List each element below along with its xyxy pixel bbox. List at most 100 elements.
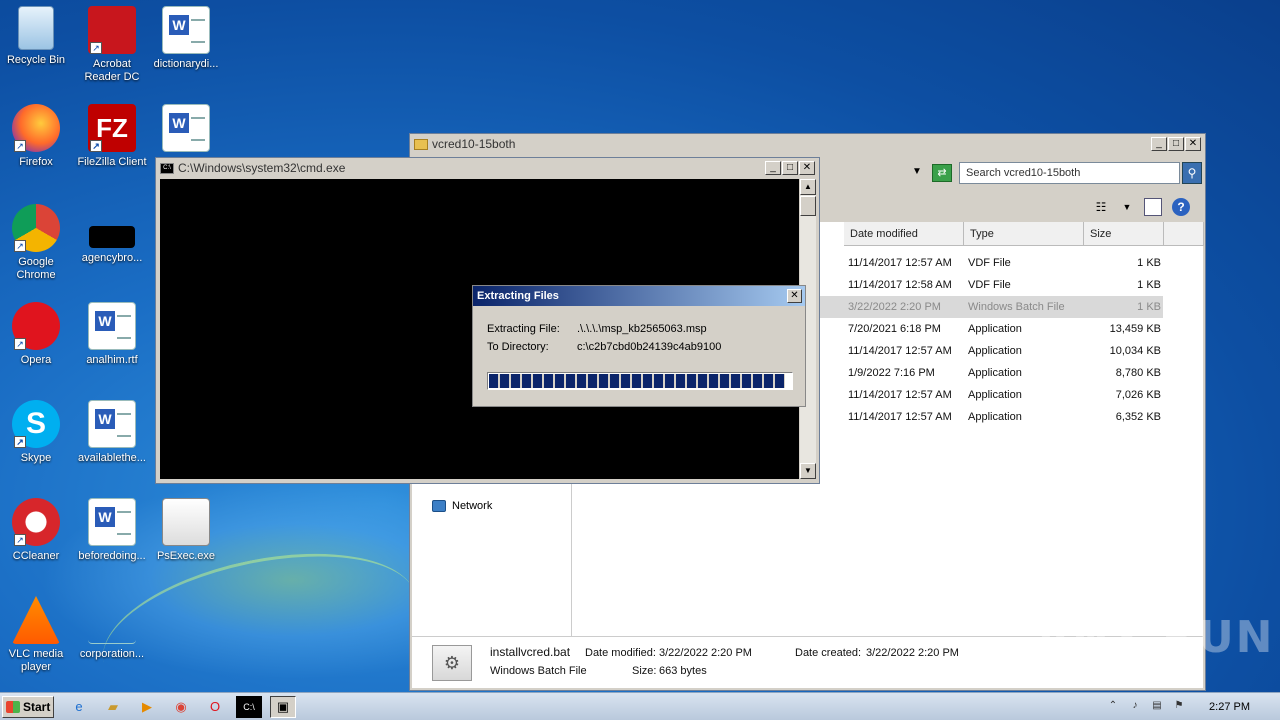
desktop-icon-label: Acrobat Reader DC (84, 58, 140, 83)
psexec-icon (162, 498, 210, 546)
system-tray: ⌃ ♪ ▤ ⚑ 2:27 PM (1100, 695, 1280, 719)
extracting-file-label: Extracting File: (487, 323, 560, 335)
details-date-created-label: Date created: (795, 647, 862, 659)
help-icon[interactable]: ? (1172, 198, 1190, 216)
views-dropdown-icon[interactable]: ▼ (1118, 198, 1136, 216)
recycle-bin-icon (18, 6, 54, 50)
desktop-icon-filezilla[interactable]: FZ ↗ FileZilla Client (74, 104, 150, 169)
close-button[interactable]: ✕ (1185, 137, 1201, 151)
desktop-icon-ccleaner[interactable]: ↗ CCleaner (0, 498, 74, 563)
extract-taskbar-icon[interactable]: ▣ (270, 696, 296, 718)
action-center-icon[interactable]: ⚑ (1172, 700, 1186, 714)
desktop-icon-recycle-bin[interactable]: Recycle Bin (0, 6, 74, 67)
address-dropdown-icon[interactable]: ▼ (912, 166, 922, 177)
nav-item-network[interactable]: Network (432, 500, 492, 512)
desktop-icon-corporation[interactable]: corporation... (74, 596, 150, 661)
desktop-icon-chrome[interactable]: ↗ Google Chrome (0, 204, 74, 282)
column-header-date[interactable]: Date modified (844, 222, 964, 246)
column-header-size[interactable]: Size (1084, 222, 1164, 246)
scroll-thumb[interactable] (800, 196, 816, 216)
ccleaner-icon: ↗ (12, 498, 60, 546)
desktop-icon-vlc[interactable]: VLC media player (0, 596, 74, 674)
batch-file-icon: ⚙ (432, 645, 472, 681)
scroll-down-icon[interactable]: ▼ (800, 463, 816, 479)
desktop-icon-label: VLC media player (8, 648, 64, 673)
close-button[interactable]: ✕ (799, 161, 815, 175)
close-button[interactable]: ✕ (787, 289, 802, 303)
ie-icon[interactable]: e (66, 696, 92, 718)
details-date-created: 3/22/2022 2:20 PM (866, 647, 959, 659)
desktop-icon-beforedoing[interactable]: beforedoing... (74, 498, 150, 563)
desktop-icon-analhim[interactable]: analhim.rtf (74, 302, 150, 367)
clock[interactable]: 2:27 PM (1209, 701, 1250, 713)
word-doc-icon (88, 302, 136, 350)
maximize-button[interactable]: □ (782, 161, 798, 175)
desktop-icon-dictionarydi[interactable]: dictionarydi... (148, 6, 224, 71)
explorer-taskbar-icon[interactable]: ▰ (100, 696, 126, 718)
details-date-modified-label: Date modified: (585, 647, 656, 659)
desktop-icon-label: beforedoing... (78, 550, 146, 562)
cmd-icon: C:\ (160, 162, 174, 174)
maximize-button[interactable]: □ (1168, 137, 1184, 151)
nav-item-label: Network (452, 500, 493, 512)
desktop-icon-word-doc[interactable] (148, 104, 224, 156)
opera-icon: ↗ (12, 302, 60, 350)
vlc-icon (12, 596, 60, 644)
minimize-button[interactable]: _ (1151, 137, 1167, 151)
details-filename: installvcred.bat (490, 645, 571, 659)
folder-icon (414, 138, 428, 150)
black-file-icon (89, 226, 135, 248)
acrobat-icon: ↗ (88, 6, 136, 54)
network-icon (432, 500, 446, 512)
anyrun-watermark: ANY RUN (1036, 612, 1275, 663)
extract-dialog[interactable]: Extracting Files ✕ Extracting File: .\.\… (472, 285, 806, 407)
network-tray-icon[interactable]: ▤ (1150, 700, 1164, 714)
details-size-label: Size: (632, 665, 657, 677)
word-doc-icon (162, 104, 210, 152)
search-icon[interactable]: ⚲ (1182, 162, 1202, 184)
desktop-icon-label: Opera (20, 354, 52, 366)
desktop-icon-opera[interactable]: ↗ Opera (0, 302, 74, 367)
column-header-type[interactable]: Type (964, 222, 1084, 246)
media-player-icon[interactable]: ▶ (134, 696, 160, 718)
desktop-icon-label: agencybro... (81, 252, 143, 264)
refresh-button[interactable]: ⇄ (932, 164, 952, 182)
cmd-titlebar[interactable]: C:\ C:\Windows\system32\cmd.exe _ □ ✕ (156, 158, 819, 178)
details-size: 663 bytes (659, 665, 707, 677)
chrome-icon: ↗ (12, 204, 60, 252)
desktop-icon-agencybro[interactable]: agencybro... (74, 204, 150, 265)
details-filetype: Windows Batch File (490, 665, 587, 677)
volume-icon[interactable]: ♪ (1128, 700, 1142, 714)
scroll-up-icon[interactable]: ▲ (800, 179, 816, 195)
desktop-icon-availablethe[interactable]: availablethe... (74, 400, 150, 465)
blank-file-icon (88, 596, 136, 644)
desktop-icon-label: Firefox (19, 156, 53, 168)
windows-logo-icon (6, 701, 20, 713)
opera-taskbar-icon[interactable]: O (202, 696, 228, 718)
extracting-file-value: .\.\.\.\msp_kb2565063.msp (577, 323, 707, 335)
minimize-button[interactable]: _ (765, 161, 781, 175)
desktop-icon-label: Google Chrome (16, 256, 56, 281)
search-input[interactable]: Search vcred10-15both (959, 162, 1180, 184)
progress-fill (489, 374, 785, 388)
preview-pane-icon[interactable] (1144, 198, 1162, 216)
cmd-taskbar-icon[interactable]: C:\ (236, 696, 262, 718)
desktop-icon-firefox[interactable]: ↗ Firefox (0, 104, 74, 169)
desktop-icon-acrobat[interactable]: ↗ Acrobat Reader DC (74, 6, 150, 84)
extract-title: Extracting Files (477, 290, 559, 302)
extract-titlebar[interactable]: Extracting Files (473, 286, 805, 306)
desktop-icon-label: analhim.rtf (86, 354, 138, 366)
desktop-icon-label: PsExec.exe (156, 550, 216, 562)
chrome-taskbar-icon[interactable]: ◉ (168, 696, 194, 718)
desktop-icon-label: Skype (20, 452, 52, 464)
skype-icon: S ↗ (12, 400, 60, 448)
explorer-titlebar[interactable]: vcred10-15both _ □ ✕ (410, 134, 1205, 154)
word-doc-icon (162, 6, 210, 54)
cmd-title: C:\Windows\system32\cmd.exe (178, 161, 346, 175)
desktop-icon-psexec[interactable]: PsExec.exe (148, 498, 224, 563)
desktop-icon-skype[interactable]: S ↗ Skype (0, 400, 74, 465)
views-icon[interactable]: ☷ (1092, 198, 1110, 216)
start-button[interactable]: Start (2, 696, 54, 718)
tray-expand-icon[interactable]: ⌃ (1106, 700, 1120, 714)
start-label: Start (23, 700, 51, 714)
